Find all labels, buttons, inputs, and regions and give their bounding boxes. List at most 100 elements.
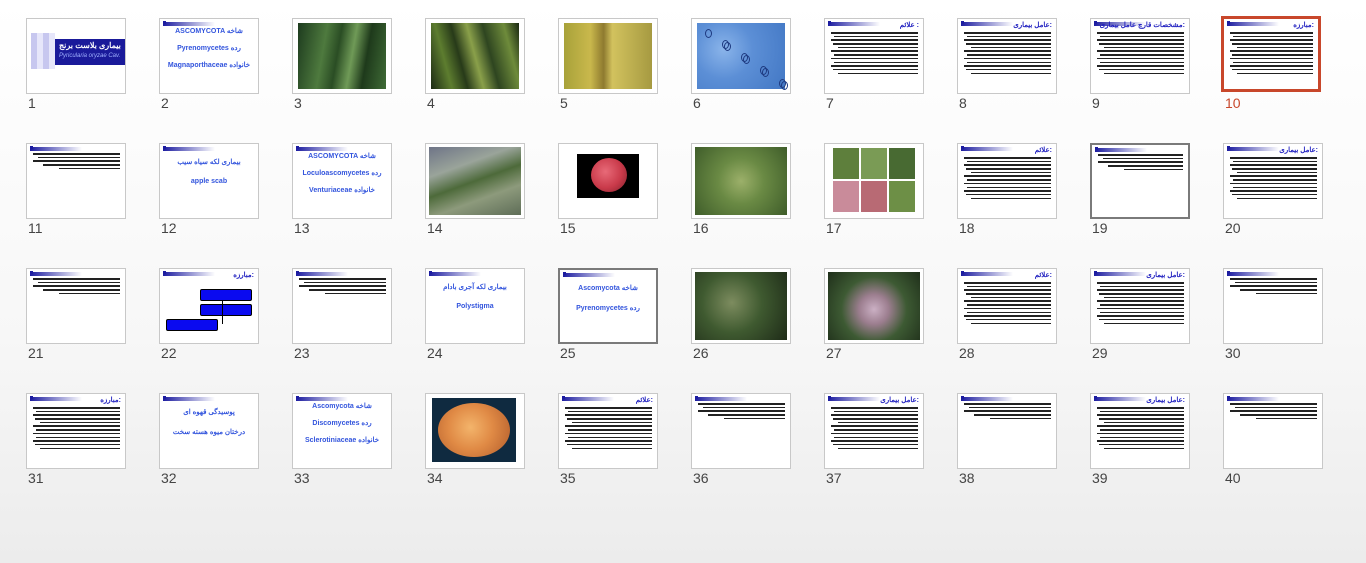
slide-preview[interactable] [1223,268,1323,344]
slide-preview[interactable] [425,18,525,94]
slide-thumbnail-21[interactable]: 21 [26,268,126,368]
slide-preview[interactable] [824,143,924,219]
slide-preview[interactable]: عامل بیماری: [957,18,1057,94]
slide-preview[interactable]: ASCOMYCOTA شاخه Loculoascomycetes رده Vent… [292,143,392,219]
slide-thumbnail-37[interactable]: عامل بیماری: 37 [824,393,924,493]
text-line [831,425,918,428]
text-line [1103,72,1184,75]
slide-preview[interactable] [1223,393,1323,469]
slide-photo [431,23,519,89]
slide-thumbnail-30[interactable]: 30 [1223,268,1323,368]
slide-thumbnail-27[interactable]: 27 [824,268,924,368]
slide-thumbnail-22[interactable]: مبارزه: 22 [159,268,259,368]
slide-preview[interactable]: علائم : [824,18,924,94]
slide-thumbnail-5[interactable]: 5 [558,18,658,118]
slide-thumbnail-28[interactable]: علائم: 28 [957,268,1057,368]
slide-thumbnail-18[interactable]: علائم: 18 [957,143,1057,243]
slide-preview[interactable]: عامل بیماری: [1090,393,1190,469]
slide-preview[interactable] [425,393,525,469]
slide-header-dot [695,396,698,399]
slide-thumbnail-29[interactable]: عامل بیماری: 29 [1090,268,1190,368]
slide-thumbnail-8[interactable]: عامل بیماری: 8 [957,18,1057,118]
slide-preview[interactable] [691,18,791,94]
slide-preview[interactable]: عامل بیماری: [1223,143,1323,219]
slide-preview[interactable] [957,393,1057,469]
slide-preview[interactable]: بیماری بلاست برنج Pyricularia oryzae Cav. [26,18,126,94]
slide-thumbnail-12[interactable]: بیماری لکه سیاه سیب apple scab 12 [159,143,259,243]
slide-preview[interactable]: Ascomycota شاخه Discomycetes رده Sclerotin… [292,393,392,469]
slide-thumbnail-26[interactable]: 26 [691,268,791,368]
text-line [309,289,386,291]
slide-thumbnail-9[interactable]: مشخصات قارچ عامل بیماری: 9 [1090,18,1190,118]
slide-thumbnail-6[interactable]: 6 [691,18,791,118]
slide-thumbnail-17[interactable]: 17 [824,143,924,243]
slide-preview[interactable]: علائم: [957,268,1057,344]
slide-thumbnail-31[interactable]: مبارزه: 31 [26,393,126,493]
text-line [1097,407,1184,409]
slide-preview[interactable] [558,18,658,94]
slide-preview[interactable]: Ascomycota شاخه Pyrenomycetes رده [558,268,658,344]
slide-thumbnail-15[interactable]: 15 [558,143,658,243]
slide-header-dot [429,271,432,274]
text-line [1103,296,1184,299]
slide-preview[interactable]: مشخصات قارچ عامل بیماری: [1090,18,1190,94]
slide-preview[interactable] [425,143,525,219]
slide-thumbnail-40[interactable]: 40 [1223,393,1323,493]
text-line [1236,197,1317,200]
slide-number: 1 [28,95,36,111]
slide-thumbnail-32[interactable]: پوسیدگی قهوه ای درختان میوه هسته سخت 32 [159,393,259,493]
slide-thumbnail-20[interactable]: عامل بیماری: 20 [1223,143,1323,243]
slide-header-dot [961,146,964,149]
slide-preview[interactable]: پوسیدگی قهوه ای درختان میوه هسته سخت [159,393,259,469]
slide-preview[interactable]: عامل بیماری: [824,393,924,469]
slide-preview[interactable] [824,268,924,344]
slide-preview[interactable]: بیماری لکه سیاه سیب apple scab [159,143,259,219]
slide-preview[interactable] [292,268,392,344]
slide-preview[interactable] [26,143,126,219]
text-line [1233,160,1317,163]
slide-thumbnail-13[interactable]: ASCOMYCOTA شاخه Loculoascomycetes رده Vent… [292,143,392,243]
slide-thumbnail-19[interactable]: 19 [1090,143,1190,243]
slide-thumbnail-34[interactable]: 34 [425,393,525,493]
slide-number: 8 [959,95,967,111]
slide-thumbnail-23[interactable]: 23 [292,268,392,368]
slide-number: 14 [427,220,443,236]
slide-thumbnail-35[interactable]: علائم: 35 [558,393,658,493]
slide-preview[interactable] [691,143,791,219]
slide-preview[interactable] [691,393,791,469]
slide-preview[interactable]: بیماری لکه آجری بادام Polystigma [425,268,525,344]
slide-preview[interactable] [26,268,126,344]
slide-thumbnail-38[interactable]: 38 [957,393,1057,493]
slide-thumbnail-11[interactable]: 11 [26,143,126,243]
slide-preview[interactable]: عامل بیماری: [1090,268,1190,344]
slide-preview[interactable]: مبارزه: [26,393,126,469]
slide-preview[interactable]: علائم: [558,393,658,469]
slide-thumbnail-10[interactable]: مبارزه: 10 [1221,16,1323,118]
slide-number: 7 [826,95,834,111]
slide-heading-line: Venturiaceae خانواده [309,187,375,194]
slide-preview[interactable] [292,18,392,94]
slide-thumbnail-39[interactable]: عامل بیماری: 39 [1090,393,1190,493]
slide-thumbnail-36[interactable]: 36 [691,393,791,493]
slide-thumbnail-24[interactable]: بیماری لکه آجری بادام Polystigma 24 [425,268,525,368]
slide-preview[interactable]: مبارزه: [159,268,259,344]
photo-tile [861,148,887,179]
slide-thumbnail-16[interactable]: 16 [691,143,791,243]
slide-preview[interactable]: مبارزه: [1221,16,1321,92]
slide-thumbnail-14[interactable]: 14 [425,143,525,243]
slide-thumbnail-2[interactable]: ASCOMYCOTA شاخه Pyrenomycetes رده Magnapor… [159,18,259,118]
text-line [1232,54,1313,56]
slide-thumbnail-1[interactable]: بیماری بلاست برنج Pyricularia oryzae Cav.… [26,18,126,118]
slide-thumbnail-4[interactable]: 4 [425,18,525,118]
slide-title: مشخصات قارچ عامل بیماری: [1099,22,1185,29]
slide-thumbnail-7[interactable]: علائم : 7 [824,18,924,118]
slide-thumbnail-3[interactable]: 3 [292,18,392,118]
slide-title: عامل بیماری: [1146,272,1185,279]
slide-preview[interactable]: ASCOMYCOTA شاخه Pyrenomycetes رده Magnapor… [159,18,259,94]
slide-preview[interactable] [558,143,658,219]
slide-preview[interactable]: علائم: [957,143,1057,219]
slide-preview[interactable] [1090,143,1190,219]
slide-preview[interactable] [691,268,791,344]
slide-thumbnail-25[interactable]: Ascomycota شاخه Pyrenomycetes رده 25 [558,268,658,368]
slide-thumbnail-33[interactable]: Ascomycota شاخه Discomycetes رده Sclerotin… [292,393,392,493]
